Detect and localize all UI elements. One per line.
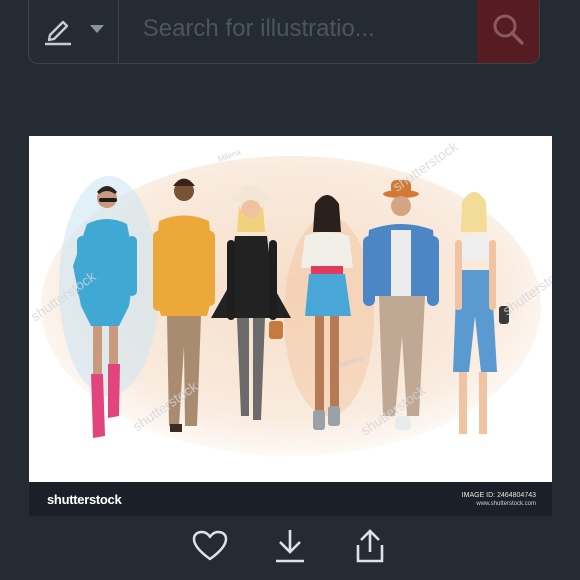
fashion-illustration[interactable]: shutterstock shutterstock shutterstock s… bbox=[29, 136, 552, 482]
search-button[interactable] bbox=[476, 0, 539, 63]
download-button[interactable] bbox=[268, 524, 312, 568]
image-meta: IMAGE ID: 2464804743 www.shutterstock.co… bbox=[462, 492, 536, 507]
search-type-selector[interactable] bbox=[29, 0, 119, 63]
download-icon bbox=[276, 530, 304, 563]
search-icon bbox=[493, 14, 524, 45]
action-bar bbox=[0, 524, 580, 568]
pen-icon bbox=[45, 20, 72, 46]
heart-icon bbox=[192, 530, 228, 561]
chevron-down-icon bbox=[90, 25, 105, 33]
site-url: www.shutterstock.com bbox=[476, 500, 536, 507]
search-bar bbox=[28, 0, 540, 64]
share-icon bbox=[356, 529, 384, 563]
search-input[interactable] bbox=[118, 0, 477, 63]
image-id: IMAGE ID: 2464804743 bbox=[461, 491, 536, 499]
like-button[interactable] bbox=[188, 524, 232, 568]
brand-logo: shutterstock bbox=[47, 491, 122, 507]
image-footer: shutterstock IMAGE ID: 2464804743 www.sh… bbox=[29, 482, 552, 516]
image-preview-card: shutterstock shutterstock shutterstock s… bbox=[29, 136, 552, 516]
share-button[interactable] bbox=[348, 524, 392, 568]
